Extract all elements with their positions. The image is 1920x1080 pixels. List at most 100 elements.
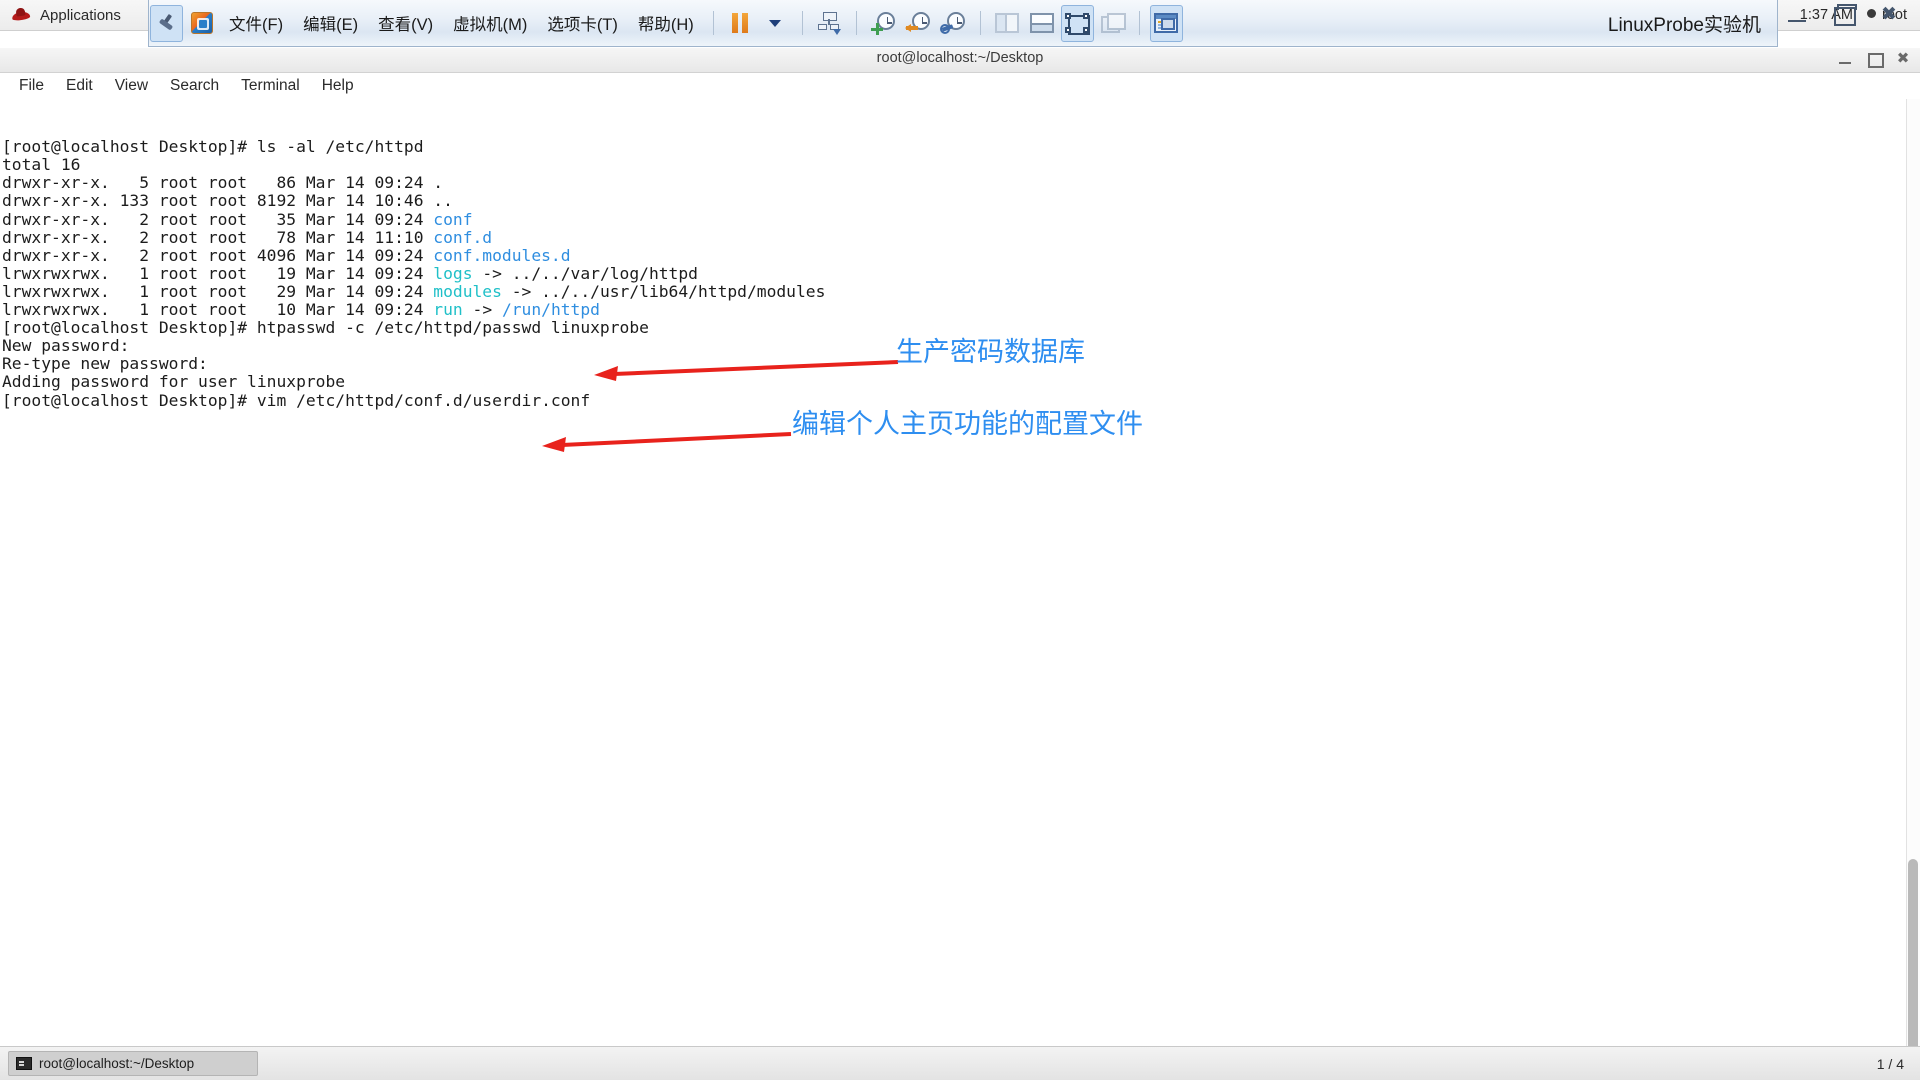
menu-help[interactable]: 帮助(H)	[628, 11, 704, 35]
show-sidebar-button[interactable]	[991, 5, 1024, 42]
pause-icon	[731, 13, 749, 33]
power-dropdown-caret-icon	[769, 19, 782, 27]
terminal-span: /run/httpd	[501, 300, 600, 320]
annotation-arrow-2	[542, 432, 792, 452]
menu-tabs[interactable]: 选项卡(T)	[537, 11, 628, 35]
guest-desktop: root@localhost:~/Desktop ✖ File Edit Vie…	[0, 48, 1920, 1080]
terminal-span: conf.d	[433, 227, 493, 247]
terminal-span: logs	[433, 263, 473, 283]
terminal-line: total 16	[2, 156, 1920, 174]
terminal-span: drwxr-xr-x. 2 root root 4096 Mar 14 09:2…	[2, 245, 434, 265]
terminal-line: drwxr-xr-x. 2 root root 35 Mar 14 09:24 …	[2, 209, 1920, 229]
terminal-line: [root@localhost Desktop]# htpasswd -c /e…	[2, 319, 1920, 337]
terminal-menu-terminal[interactable]: Terminal	[230, 75, 311, 97]
terminal-menu-edit[interactable]: Edit	[55, 75, 104, 97]
menu-vm[interactable]: 虚拟机(M)	[443, 11, 537, 35]
vmware-toolbar: 文件(F) 编辑(E) 查看(V) 虚拟机(M) 选项卡(T) 帮助(H) Li…	[148, 0, 1778, 47]
terminal-span: conf.modules.d	[433, 245, 571, 265]
show-console-view-button[interactable]	[1026, 5, 1059, 42]
terminal-span: drwxr-xr-x. 2 root root 35 Mar 14 09:24	[2, 209, 434, 229]
menu-edit[interactable]: 编辑(E)	[293, 11, 368, 35]
manage-snapshots-icon	[940, 11, 966, 35]
terminal-close-button[interactable]: ✖	[1892, 50, 1914, 68]
terminal-line: lrwxrwxrwx. 1 root root 29 Mar 14 09:24 …	[2, 281, 1920, 301]
terminal-line: drwxr-xr-x. 133 root root 8192 Mar 14 10…	[2, 192, 1920, 210]
terminal-span: -> ../../usr/lib64/httpd/modules	[501, 281, 826, 301]
take-snapshot-button[interactable]	[867, 5, 900, 42]
workspace-indicator[interactable]: 1 / 4	[1877, 1056, 1904, 1072]
snapshot-tree-icon	[817, 11, 842, 35]
terminal-span: [root@localhost Desktop]# htpasswd -c /e…	[2, 318, 649, 338]
gnome-bottom-panel: root@localhost:~/Desktop 1 / 4	[0, 1046, 1920, 1080]
terminal-span: drwxr-xr-x. 5 root root 86 Mar 14 09:24 …	[2, 173, 444, 193]
terminal-scrollbar-thumb[interactable]	[1908, 859, 1918, 1074]
revert-snapshot-button[interactable]	[902, 5, 935, 42]
toolbar-separator	[801, 11, 803, 35]
terminal-span: Re-type new password:	[2, 354, 208, 374]
annotation-arrow-1	[594, 360, 899, 381]
terminal-minimize-button[interactable]	[1834, 50, 1856, 68]
show-thumbnail-bar-icon	[1154, 13, 1179, 33]
unity-mode-button[interactable]	[1096, 5, 1129, 42]
taskbar-item-terminal[interactable]: root@localhost:~/Desktop	[8, 1051, 258, 1076]
terminal-span: Adding password for user linuxprobe	[2, 372, 346, 392]
enter-fullscreen-button[interactable]	[1060, 4, 1094, 42]
terminal-line: lrwxrwxrwx. 1 root root 10 Mar 14 09:24 …	[2, 300, 1920, 320]
annotation-layer: 生产密码数据库 编辑个人主页功能的配置文件	[2, 339, 1920, 609]
pin-button[interactable]	[150, 4, 183, 42]
terminal-span: New password:	[2, 336, 130, 356]
annotation-text-1: 生产密码数据库	[896, 337, 1085, 368]
vmware-window-title: LinuxProbe实验机	[1607, 14, 1761, 36]
toolbar-separator	[712, 11, 714, 35]
terminal-titlebar: root@localhost:~/Desktop ✖	[0, 48, 1920, 73]
terminal-line: drwxr-xr-x. 2 root root 78 Mar 14 11:10 …	[2, 227, 1920, 247]
terminal-span: ->	[462, 300, 502, 320]
terminal-span: conf	[433, 209, 473, 229]
applications-menu[interactable]: Applications	[40, 7, 121, 24]
vmware-workstation-window: Applications Pl 1:37 AM root 文件(F) 编辑(E)…	[0, 0, 1920, 1080]
terminal-span: lrwxrwxrwx. 1 root root 19 Mar 14 09:24	[2, 263, 434, 283]
terminal-line: lrwxrwxrwx. 1 root root 19 Mar 14 09:24 …	[2, 263, 1920, 283]
taskbar-item-label: root@localhost:~/Desktop	[39, 1056, 195, 1071]
pause-button[interactable]	[724, 5, 757, 42]
terminal-line: [root@localhost Desktop]# vim /etc/httpd…	[2, 390, 1920, 410]
unity-mode-icon	[1100, 13, 1127, 33]
terminal-output[interactable]: [root@localhost Desktop]# ls -al /etc/ht…	[0, 99, 1920, 1080]
terminal-menu-file[interactable]: File	[8, 75, 55, 97]
virtual-machine-button[interactable]	[185, 5, 218, 42]
power-dropdown-button[interactable]	[759, 5, 792, 42]
terminal-line: [root@localhost Desktop]# ls -al /etc/ht…	[2, 138, 1920, 156]
maximize-button[interactable]	[1830, 4, 1857, 26]
snapshot-tree-button[interactable]	[813, 5, 846, 42]
annotation-text-2: 编辑个人主页功能的配置文件	[792, 409, 1143, 440]
terminal-icon	[16, 1057, 32, 1070]
terminal-span: drwxr-xr-x. 2 root root 78 Mar 14 11:10	[2, 227, 434, 247]
terminal-span: run	[433, 300, 463, 320]
terminal-scrollbar[interactable]	[1906, 99, 1920, 1080]
virtual-machine-icon	[190, 12, 213, 34]
terminal-maximize-button[interactable]	[1863, 50, 1885, 68]
terminal-menubar: File Edit View Search Terminal Help	[0, 73, 1920, 99]
menu-view[interactable]: 查看(V)	[368, 11, 443, 35]
terminal-span: lrwxrwxrwx. 1 root root 10 Mar 14 09:24	[2, 300, 434, 320]
minimize-button[interactable]	[1784, 4, 1810, 26]
terminal-window-controls: ✖	[1834, 50, 1914, 68]
terminal-span: -> ../../var/log/httpd	[472, 263, 698, 283]
menu-file[interactable]: 文件(F)	[219, 11, 293, 35]
terminal-span: [root@localhost Desktop]# vim /etc/httpd…	[2, 390, 591, 410]
close-button[interactable]: ✖	[1876, 4, 1902, 26]
toolbar-separator	[979, 11, 981, 35]
terminal-span: lrwxrwxrwx. 1 root root 29 Mar 14 09:24	[2, 281, 434, 301]
terminal-menu-search[interactable]: Search	[159, 75, 230, 97]
terminal-text: [root@localhost Desktop]# ls -al /etc/ht…	[2, 138, 1920, 409]
show-thumbnail-bar-button[interactable]	[1149, 4, 1183, 42]
toolbar-separator	[1138, 11, 1140, 35]
vmware-window-controls: ✖	[1784, 4, 1902, 26]
redhat-icon	[11, 7, 31, 23]
gnome-panel-left: Applications Pl	[0, 7, 161, 24]
manage-snapshots-button[interactable]	[937, 5, 970, 42]
terminal-line: drwxr-xr-x. 5 root root 86 Mar 14 09:24 …	[2, 174, 1920, 192]
terminal-span: total 16	[2, 155, 81, 175]
terminal-menu-help[interactable]: Help	[311, 75, 365, 97]
terminal-menu-view[interactable]: View	[104, 75, 159, 97]
